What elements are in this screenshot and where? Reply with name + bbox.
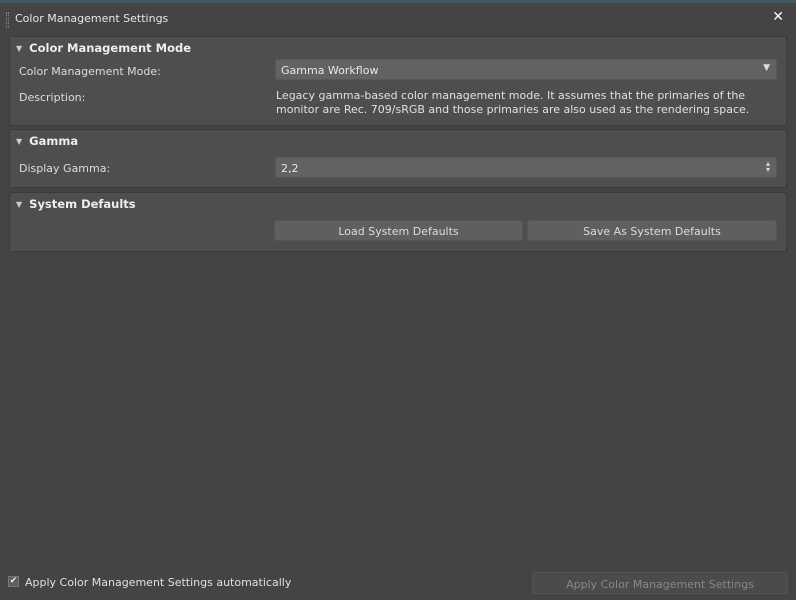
- description-label: Description:: [19, 91, 86, 104]
- system-defaults-panel: ▼ System Defaults Load System Defaults Sa…: [9, 192, 787, 252]
- color-management-mode-panel: ▼ Color Management Mode Color Management …: [9, 36, 787, 126]
- description-text: Legacy gamma-based color management mode…: [276, 89, 750, 116]
- gamma-panel: ▼ Gamma Display Gamma: 2,2 ▴ ▾: [9, 129, 787, 188]
- auto-apply-checkbox[interactable]: ✔: [8, 576, 19, 587]
- save-system-defaults-button[interactable]: Save As System Defaults: [527, 220, 777, 241]
- close-icon[interactable]: ✕: [772, 9, 784, 25]
- collapse-triangle-icon: ▼: [16, 200, 23, 209]
- section-title: Gamma: [29, 134, 79, 148]
- section-header-defaults[interactable]: ▼ System Defaults: [16, 197, 136, 211]
- section-title: System Defaults: [29, 197, 136, 211]
- display-gamma-label: Display Gamma:: [19, 162, 111, 175]
- collapse-triangle-icon: ▼: [16, 137, 23, 146]
- spinner-arrows-icon[interactable]: ▴ ▾: [766, 160, 770, 174]
- chevron-down-icon: ▼: [763, 63, 770, 73]
- mode-dropdown[interactable]: Gamma Workflow ▼: [275, 59, 777, 80]
- section-header-mode[interactable]: ▼ Color Management Mode: [16, 41, 191, 55]
- auto-apply-label[interactable]: Apply Color Management Settings automati…: [25, 576, 291, 589]
- display-gamma-spinner[interactable]: 2,2 ▴ ▾: [275, 157, 777, 178]
- window-title: Color Management Settings: [15, 12, 169, 25]
- title-bar[interactable]: Color Management Settings ✕: [0, 3, 796, 33]
- mode-label: Color Management Mode:: [19, 65, 161, 78]
- load-system-defaults-button[interactable]: Load System Defaults: [274, 220, 523, 241]
- section-header-gamma[interactable]: ▼ Gamma: [16, 134, 78, 148]
- section-title: Color Management Mode: [29, 41, 192, 55]
- collapse-triangle-icon: ▼: [16, 44, 23, 53]
- drag-grip-icon[interactable]: [6, 12, 9, 28]
- mode-value: Gamma Workflow: [281, 64, 379, 77]
- apply-button[interactable]: Apply Color Management Settings: [532, 572, 788, 594]
- gamma-value: 2,2: [281, 162, 299, 175]
